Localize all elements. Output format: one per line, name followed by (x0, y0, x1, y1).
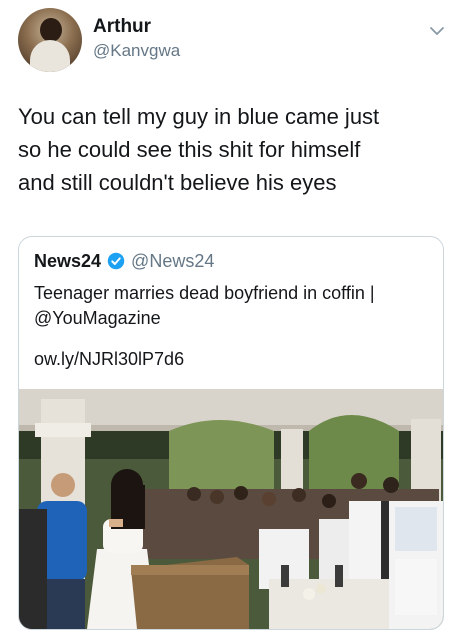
tweet-header: Arthur @Kanvgwa (18, 8, 446, 76)
quoted-tweet-header: News24 @News24 (34, 249, 214, 273)
verified-badge-icon (107, 252, 125, 270)
quoted-tweet-text: Teenager marries dead boyfriend in coffi… (34, 281, 429, 331)
tweet-line: so he could see this shit for himself (18, 137, 361, 162)
quoted-tweet-photo[interactable] (19, 389, 443, 629)
quoted-text-line: Teenager marries dead boyfriend in coffi… (34, 283, 375, 303)
avatar-head-shape (40, 18, 62, 42)
quoted-author-name: News24 (34, 250, 102, 271)
tweet-body: You can tell my guy in blue came just so… (18, 100, 443, 199)
quoted-tweet-link[interactable]: ow.ly/NJRl30lP7d6 (34, 349, 184, 370)
author-handle[interactable]: @Kanvgwa (93, 41, 180, 61)
author-avatar[interactable] (18, 8, 82, 72)
quoted-tweet-card[interactable]: News24 @News24 Teenager marries dead boy… (18, 236, 444, 630)
author-name[interactable]: Arthur (93, 16, 151, 38)
chevron-down-icon[interactable] (428, 22, 446, 40)
quoted-author-handle: @News24 (131, 250, 215, 271)
tweet-line: You can tell my guy in blue came just (18, 104, 380, 129)
quoted-text-line[interactable]: @YouMagazine (34, 306, 429, 331)
tweet-line: and still couldn't believe his eyes (18, 170, 337, 195)
avatar-torso-shape (30, 40, 70, 72)
